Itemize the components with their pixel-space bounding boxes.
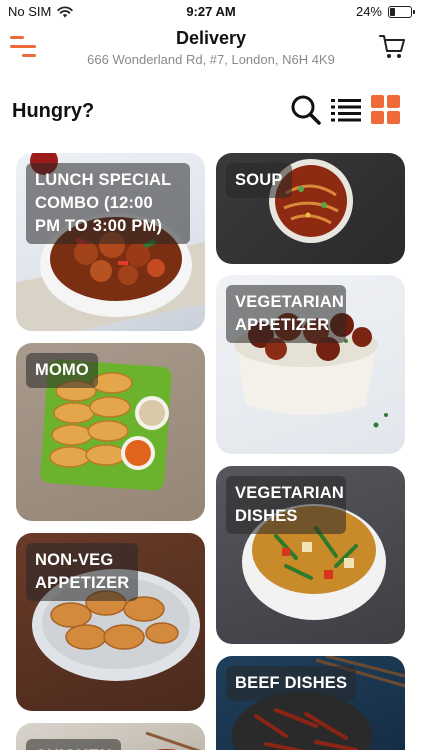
- category-label: VEGETARIAN APPETIZER: [226, 285, 346, 343]
- category-card-non-veg-appetizer[interactable]: NON-VEG APPETIZER: [16, 533, 205, 711]
- category-card-soup[interactable]: SOUP: [216, 153, 405, 264]
- search-icon[interactable]: [290, 94, 322, 126]
- category-label: LUNCH SPECIAL COMBO (12:00 PM TO 3:00 PM…: [26, 163, 190, 244]
- category-label: BEEF DISHES: [226, 666, 357, 701]
- list-view-icon[interactable]: [331, 98, 361, 122]
- delivery-address[interactable]: 666 Wonderland Rd, #7, London, N6H 4K9: [0, 52, 422, 67]
- battery-icon: [388, 5, 415, 18]
- category-card-beef-dishes[interactable]: BEEF DISHES: [216, 656, 405, 750]
- category-card-momo[interactable]: MOMO: [16, 343, 205, 521]
- category-label: MOMO: [26, 353, 98, 388]
- category-label: NON-VEG APPETIZER: [26, 543, 138, 601]
- category-card-vegetarian-appetizer[interactable]: VEGETARIAN APPETIZER: [216, 275, 405, 454]
- category-label: VEGETARIAN DISHES: [226, 476, 346, 534]
- category-card-chicken[interactable]: CHICKEN: [16, 723, 205, 750]
- section-heading: Hungry?: [12, 100, 95, 122]
- category-card-vegetarian-dishes[interactable]: VEGETARIAN DISHES: [216, 466, 405, 644]
- battery-percent: 24%: [355, 4, 382, 19]
- category-card-lunch-special[interactable]: LUNCH SPECIAL COMBO (12:00 PM TO 3:00 PM…: [16, 153, 205, 331]
- status-right: 24%: [355, 4, 415, 19]
- status-bar: No SIM 9:27 AM 24%: [0, 0, 422, 22]
- grid-view-icon[interactable]: [371, 95, 401, 125]
- toolbar: Hungry?: [0, 88, 422, 132]
- shopping-cart-icon[interactable]: [378, 32, 406, 60]
- header: Delivery 666 Wonderland Rd, #7, London, …: [0, 22, 422, 80]
- category-label: SOUP: [226, 163, 292, 198]
- page-title: Delivery: [175, 28, 247, 48]
- category-label: CHICKEN: [26, 739, 121, 750]
